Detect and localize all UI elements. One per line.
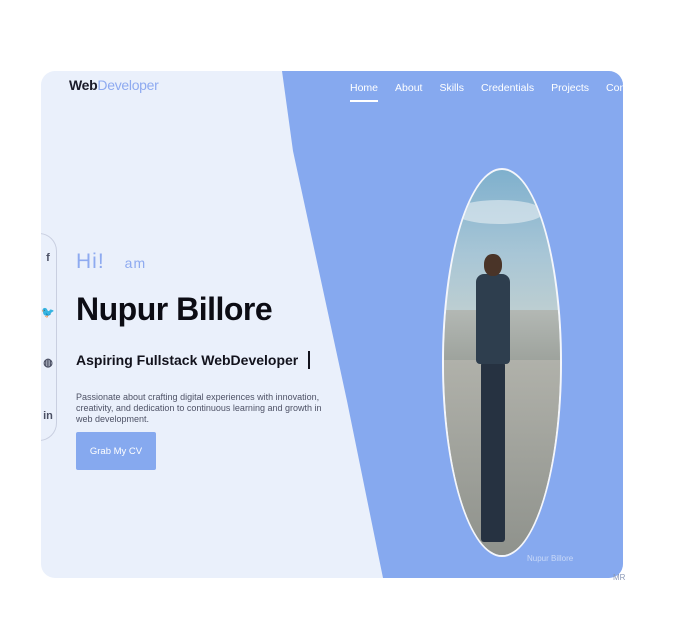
photo-person-body [476, 274, 510, 364]
hero-role: Aspiring Fullstack WebDeveloper [76, 351, 310, 369]
social-links: f 🐦 ◍ in [41, 233, 57, 441]
nav-about[interactable]: About [395, 82, 422, 94]
nav-projects[interactable]: Projects [551, 82, 589, 94]
logo[interactable]: WebDeveloper [69, 77, 159, 93]
main-nav: Home About Skills Credentials Projects C… [350, 82, 623, 102]
greeting-rest: am [124, 255, 147, 271]
photo-watermark: Nupur Billore [527, 554, 574, 563]
nav-contact[interactable]: Contact [606, 82, 623, 94]
typing-cursor [308, 351, 310, 369]
facebook-icon[interactable]: f [41, 252, 55, 264]
nav-credentials[interactable]: Credentials [481, 82, 534, 94]
photo-person-head [484, 254, 502, 276]
corner-mark: MR [613, 573, 626, 582]
nav-skills[interactable]: Skills [439, 82, 464, 94]
nav-home[interactable]: Home [350, 82, 379, 102]
hero-name: Nupur Billore [76, 291, 273, 327]
logo-part-developer: Developer [97, 77, 159, 93]
profile-photo [442, 168, 562, 557]
hero-card: WebDeveloper Home About Skills Credentia… [41, 71, 623, 578]
greeting: Hi! am [76, 250, 146, 274]
role-text: Aspiring Fullstack WebDeveloper [76, 352, 299, 368]
linkedin-icon[interactable]: in [41, 410, 55, 422]
photo-person-legs [481, 362, 505, 542]
logo-part-web: Web [69, 77, 98, 93]
grab-cv-button[interactable]: Grab My CV [76, 432, 156, 470]
greeting-hi: Hi! [76, 250, 105, 273]
hero-description: Passionate about crafting digital experi… [76, 392, 322, 424]
twitter-icon[interactable]: 🐦 [41, 306, 55, 319]
photo-cloud [454, 200, 544, 224]
github-icon[interactable]: ◍ [41, 356, 55, 369]
